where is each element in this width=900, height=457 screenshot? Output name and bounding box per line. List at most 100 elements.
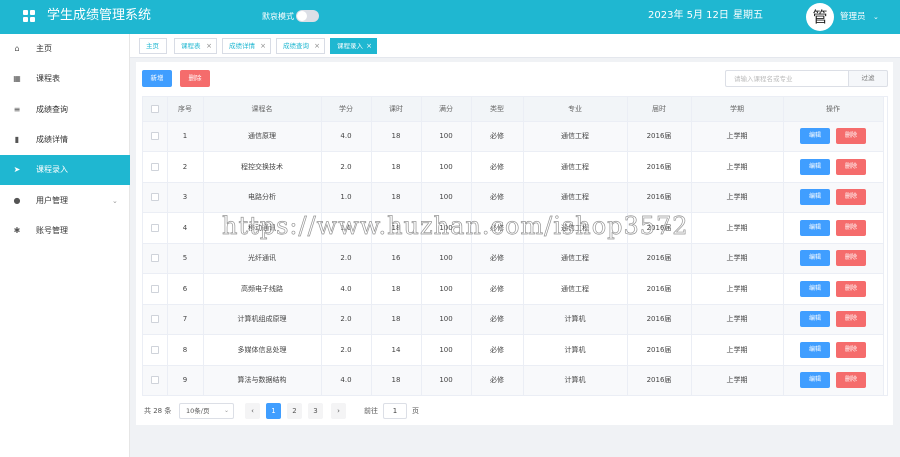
edit-button[interactable]: 编辑	[800, 372, 830, 389]
table-cell: 2.0	[321, 334, 372, 366]
tab-course-entry[interactable]: 课程录入 ×	[330, 38, 377, 54]
tab-score-query[interactable]: 成绩查询 ×	[276, 38, 325, 54]
row-actions: 编辑 删除	[783, 212, 884, 244]
table-row: 5 光纤通讯 2.0 16 100 必修 通信工程 2016届 上学期 编辑 删除	[143, 243, 884, 274]
vertical-scrollbar[interactable]: ▲ ▼	[887, 121, 888, 396]
delete-button[interactable]: 删除	[836, 250, 866, 267]
goto-page-input[interactable]	[383, 403, 407, 419]
app-title: 学生成绩管理系统	[47, 8, 152, 23]
tab-score-details[interactable]: 成绩详情 ×	[222, 38, 271, 54]
total-count: 共 28 条	[144, 407, 172, 415]
row-checkbox[interactable]	[150, 223, 159, 232]
page-button-2[interactable]: 2	[287, 403, 302, 419]
row-select-cell[interactable]	[143, 182, 168, 213]
select-all-checkbox[interactable]	[150, 104, 159, 113]
table-cell: 100	[421, 304, 472, 335]
sidebar-item-score-details[interactable]: ▮ 成绩详情	[0, 125, 130, 155]
delete-button[interactable]: 删除	[836, 128, 866, 145]
edit-button[interactable]: 编辑	[800, 219, 830, 236]
delete-button[interactable]: 删除	[836, 341, 866, 358]
delete-button[interactable]: 删除	[836, 219, 866, 236]
table-row: 6 高频电子线路 4.0 18 100 必修 通信工程 2016届 上学期 编辑 删除	[143, 273, 884, 305]
edit-button[interactable]: 编辑	[800, 250, 830, 267]
row-select-cell[interactable]	[143, 304, 168, 335]
row-checkbox[interactable]	[150, 162, 159, 171]
row-checkbox[interactable]	[150, 376, 159, 385]
close-icon[interactable]: ×	[260, 39, 266, 53]
table-cell: 100	[421, 334, 472, 366]
prev-page-button[interactable]: ‹	[245, 403, 260, 419]
close-icon[interactable]: ×	[366, 39, 372, 53]
menu-grid-icon[interactable]	[23, 10, 35, 22]
tab-label: 成绩查询	[283, 42, 309, 50]
row-select-cell[interactable]	[143, 151, 168, 183]
row-actions: 编辑 删除	[783, 365, 884, 395]
row-select-cell[interactable]	[143, 212, 168, 244]
goto-label: 前往	[364, 407, 378, 415]
edit-button[interactable]: 编辑	[800, 341, 830, 358]
chevron-down-icon[interactable]: ⌄	[873, 12, 879, 22]
delete-button[interactable]: 删除	[836, 280, 866, 297]
top-header: 学生成绩管理系统 默哀模式 2023年 5月 12日 星期五 管 管理员 ⌄	[0, 0, 900, 34]
sidebar-item-account-management[interactable]: ✱ 账号管理	[0, 216, 130, 246]
batch-delete-button[interactable]: 删除	[180, 70, 210, 87]
filter-button[interactable]: 过滤	[848, 70, 888, 87]
sidebar-item-course-schedule[interactable]: ▦ 课程表	[0, 64, 130, 94]
delete-button[interactable]: 删除	[836, 311, 866, 328]
row-select-cell[interactable]	[143, 334, 168, 366]
row-checkbox[interactable]	[150, 193, 159, 202]
search-input[interactable]	[725, 70, 849, 87]
delete-button[interactable]: 删除	[836, 189, 866, 206]
edit-button[interactable]: 编辑	[800, 128, 830, 145]
table-cell: 计算机	[523, 304, 628, 335]
table-cell: 通信工程	[523, 243, 628, 274]
select-all-cell[interactable]	[143, 97, 168, 122]
add-button[interactable]: 新增	[142, 70, 172, 87]
table-cell: 1.0	[321, 182, 372, 213]
page-button-3[interactable]: 3	[308, 403, 323, 419]
current-date: 2023年 5月 12日	[648, 10, 729, 21]
edit-button[interactable]: 编辑	[800, 158, 830, 175]
user-icon: ●	[13, 196, 21, 205]
sidebar-item-home[interactable]: ⌂ 主页	[0, 34, 130, 64]
row-select-cell[interactable]	[143, 273, 168, 305]
page-size-select[interactable]: 10条/页 ⌄	[179, 403, 234, 419]
table-cell: 光纤通讯	[203, 243, 322, 274]
table-cell: 算法与数据结构	[203, 365, 322, 395]
row-select-cell[interactable]	[143, 365, 168, 395]
pagination: 共 28 条 10条/页 ⌄ ‹ 1 2 3 › 前往 页	[142, 403, 442, 419]
delete-button[interactable]: 删除	[836, 372, 866, 389]
sidebar-item-user-management[interactable]: ● 用户管理 ⌄	[0, 186, 130, 216]
row-checkbox[interactable]	[150, 132, 159, 141]
user-name-dropdown[interactable]: 管理员	[840, 11, 866, 23]
edit-button[interactable]: 编辑	[800, 280, 830, 297]
send-icon: ➤	[13, 165, 21, 174]
column-header: 学期	[691, 97, 784, 122]
table-cell: 100	[421, 182, 472, 213]
row-select-cell[interactable]	[143, 243, 168, 274]
row-checkbox[interactable]	[150, 345, 159, 354]
mourning-mode-toggle[interactable]	[296, 10, 319, 22]
sidebar-item-course-entry[interactable]: ➤ 课程录入	[0, 155, 130, 185]
sidebar-item-score-query[interactable]: ≡ 成绩查询	[0, 95, 130, 125]
row-checkbox[interactable]	[150, 254, 159, 263]
edit-button[interactable]: 编辑	[800, 189, 830, 206]
edit-button[interactable]: 编辑	[800, 311, 830, 328]
row-checkbox[interactable]	[150, 315, 159, 324]
page-size-value: 10条/页	[186, 407, 210, 415]
table-header-row: 序号 课程名 学分 课时 满分 类型 专业 届时 学期 操作	[143, 97, 884, 122]
row-select-cell[interactable]	[143, 121, 168, 152]
avatar[interactable]: 管	[806, 3, 834, 31]
page-button-1[interactable]: 1	[266, 403, 281, 419]
delete-button[interactable]: 删除	[836, 158, 866, 175]
close-icon[interactable]: ×	[206, 39, 212, 53]
tab-course-schedule[interactable]: 课程表 ×	[174, 38, 217, 54]
row-checkbox[interactable]	[150, 284, 159, 293]
sidebar-item-label: 课程表	[36, 74, 60, 83]
next-page-button[interactable]: ›	[331, 403, 346, 419]
close-icon[interactable]: ×	[314, 39, 320, 53]
course-table: 序号 课程名 学分 课时 满分 类型 专业 届时 学期 操作 1 通信原理 4.0 1…	[142, 96, 888, 396]
tab-home[interactable]: 主页	[139, 38, 167, 54]
table-cell: 上学期	[691, 273, 784, 305]
table-cell: 上学期	[691, 151, 784, 183]
